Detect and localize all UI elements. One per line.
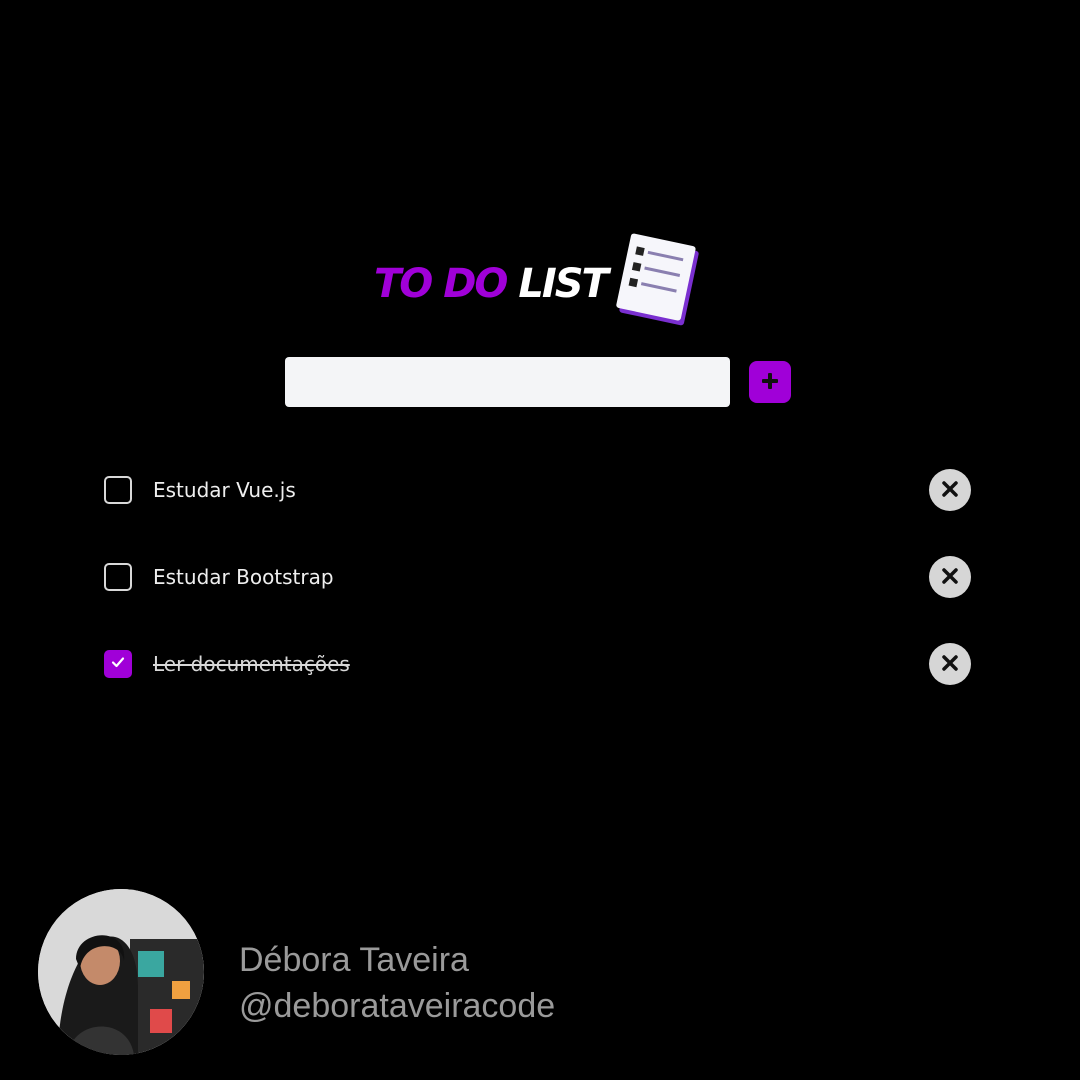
app-stage: TO DO LIST Estudar Vue.js Estudar Bootst… [0,0,1080,1080]
task-label: Ler documentações [153,652,350,676]
close-icon [940,479,960,502]
checklist-icon [610,232,710,332]
task-label: Estudar Bootstrap [153,565,334,589]
app-header: TO DO LIST [374,232,699,332]
task-item: Estudar Bootstrap [104,555,972,599]
plus-icon [759,370,781,395]
close-icon [940,566,960,589]
title-plain-text: LIST [518,261,608,307]
avatar [38,889,204,1055]
task-label: Estudar Vue.js [153,478,296,502]
title-accent-text: TO DO [374,261,508,307]
task-item: Ler documentações [104,642,972,686]
task-checkbox[interactable] [104,476,132,504]
add-task-button[interactable] [749,361,791,403]
delete-task-button[interactable] [929,643,971,685]
delete-task-button[interactable] [929,469,971,511]
author-handle: @deborataveiracode [239,987,556,1025]
check-icon [110,654,126,674]
task-checkbox[interactable] [104,563,132,591]
task-checkbox[interactable] [104,650,132,678]
task-item: Estudar Vue.js [104,468,972,512]
page-title: TO DO LIST [374,261,609,307]
new-task-input[interactable] [285,357,730,407]
close-icon [940,653,960,676]
delete-task-button[interactable] [929,556,971,598]
author-name: Débora Taveira [239,941,469,979]
